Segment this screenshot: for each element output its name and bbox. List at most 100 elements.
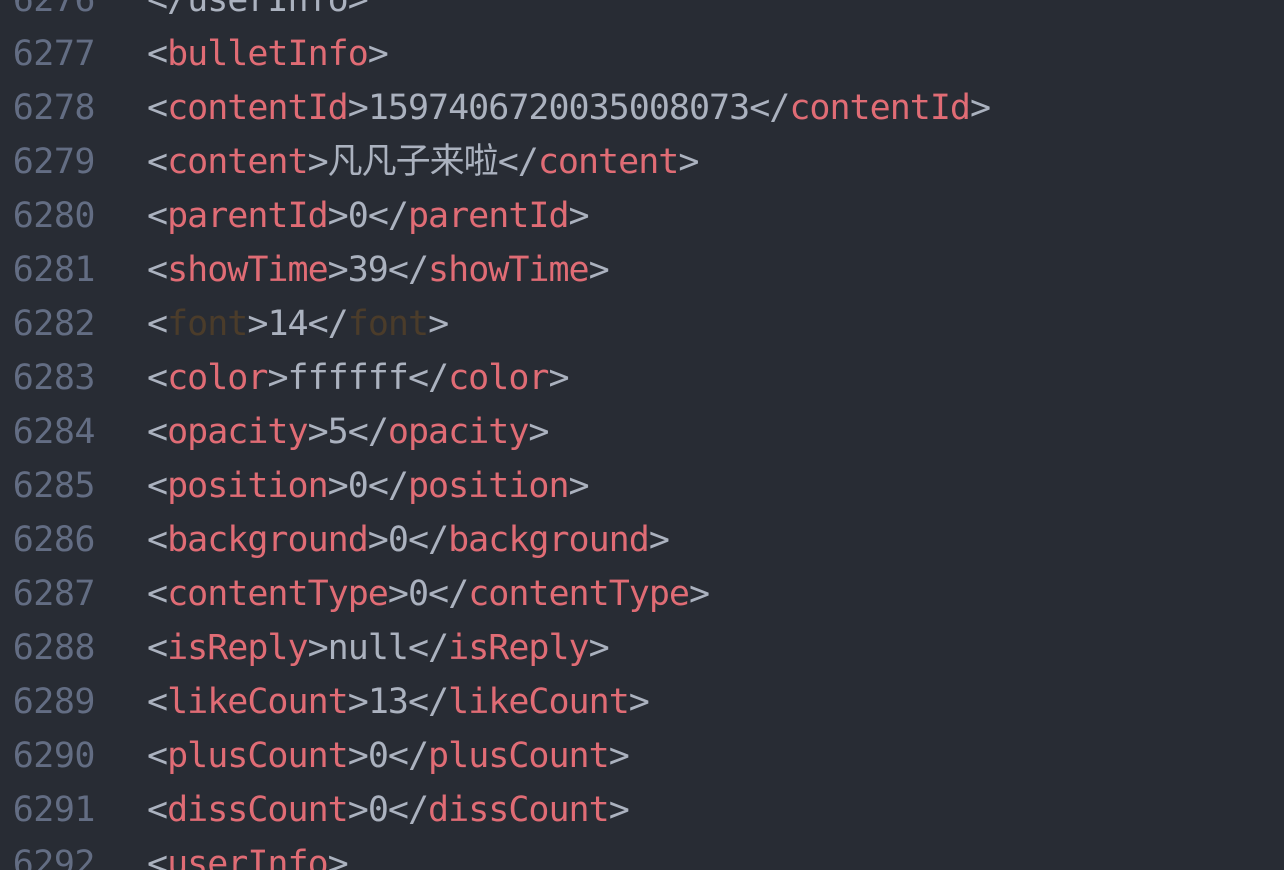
xml-tag-name: isReply <box>167 628 309 668</box>
line-number: 6276 <box>12 0 96 20</box>
close-bracket: > <box>678 142 699 182</box>
open-bracket: < <box>147 196 168 236</box>
close-bracket: > <box>608 790 630 830</box>
code-line[interactable]: 6283 <color>ffffff</color> <box>0 351 1284 405</box>
open-bracket: < <box>147 34 168 74</box>
partial-code: </userInfo> <box>147 0 369 20</box>
open-end-bracket: </ <box>347 412 389 452</box>
line-content: <contentType>0</contentType> <box>147 567 710 621</box>
line-content: <dissCount>0</dissCount> <box>147 783 630 837</box>
code-line[interactable]: 6290 <plusCount>0</plusCount> <box>0 729 1284 783</box>
line-number: 6283 <box>12 358 96 398</box>
line-content: <contentId>1597406720035008073</contentI… <box>147 81 991 135</box>
line-number: 6279 <box>12 142 96 182</box>
xml-close-tag-name: isReply <box>448 628 590 668</box>
open-bracket: < <box>147 466 168 506</box>
open-bracket: < <box>147 736 168 776</box>
open-end-bracket: </ <box>407 682 449 722</box>
xml-tag-name: color <box>167 358 268 398</box>
line-content: <showTime>39</showTime> <box>147 243 610 297</box>
open-bracket: < <box>147 520 168 560</box>
code-line[interactable]: 6289 <likeCount>13</likeCount> <box>0 675 1284 729</box>
code-line[interactable]: 6276 </userInfo> <box>0 0 1284 27</box>
line-number: 6282 <box>12 304 96 344</box>
xml-close-tag-name: contentType <box>468 574 690 614</box>
xml-text-value: 5 <box>327 412 349 452</box>
close-bracket: > <box>307 142 329 182</box>
xml-close-tag-name: parentId <box>407 196 570 236</box>
open-bracket: < <box>147 304 168 344</box>
xml-text-value: 14 <box>267 304 308 344</box>
xml-tag-name: font <box>167 304 248 344</box>
line-number: 6289 <box>12 682 96 722</box>
code-line[interactable]: 6282 <font>14</font> <box>0 297 1284 351</box>
line-number: 6277 <box>12 34 96 74</box>
code-line[interactable]: 6291 <dissCount>0</dissCount> <box>0 783 1284 837</box>
code-line[interactable]: 6292 <userInfo> <box>0 837 1284 870</box>
xml-close-tag-name: font <box>347 304 429 344</box>
open-end-bracket: </ <box>407 520 449 560</box>
close-bracket: > <box>428 304 449 344</box>
code-line[interactable]: 6285 <position>0</position> <box>0 459 1284 513</box>
code-line[interactable]: 6277 <bulletInfo> <box>0 27 1284 81</box>
open-end-bracket: </ <box>407 628 449 668</box>
xml-text-value: 0 <box>367 736 389 776</box>
close-bracket: > <box>327 196 349 236</box>
close-bracket: > <box>327 250 349 290</box>
code-line[interactable]: 6279 <content>凡凡子来啦</content> <box>0 135 1284 189</box>
close-bracket: > <box>327 466 349 506</box>
line-content: <parentId>0</parentId> <box>147 189 590 243</box>
open-bracket: < <box>147 412 168 452</box>
xml-tag-name: likeCount <box>167 682 349 722</box>
line-content: <plusCount>0</plusCount> <box>147 729 630 783</box>
xml-tag-name: opacity <box>167 412 309 452</box>
close-bracket: > <box>247 304 268 344</box>
code-line[interactable]: 6287 <contentType>0</contentType> <box>0 567 1284 621</box>
close-bracket: > <box>307 412 329 452</box>
open-end-bracket: </ <box>367 466 409 506</box>
open-end-bracket: </ <box>307 304 349 344</box>
xml-tag-name: background <box>167 520 369 560</box>
close-bracket: > <box>568 196 590 236</box>
code-line[interactable]: 6284 <opacity>5</opacity> <box>0 405 1284 459</box>
close-bracket: > <box>648 520 670 560</box>
code-line[interactable]: 6280 <parentId>0</parentId> <box>0 189 1284 243</box>
xml-text-value: 凡凡子来啦 <box>327 142 499 182</box>
close-bracket: > <box>347 682 369 722</box>
line-number: 6285 <box>12 466 96 506</box>
line-content: <opacity>5</opacity> <box>147 405 550 459</box>
code-editor[interactable]: 6276 </userInfo> 6277 <bulletInfo> 6278 <cont… <box>0 0 1284 870</box>
xml-text-value: 0 <box>367 790 389 830</box>
xml-close-tag-name: content <box>537 142 680 182</box>
xml-close-tag-name: showTime <box>428 250 590 290</box>
open-bracket: < <box>147 142 168 182</box>
xml-close-tag-name: opacity <box>387 412 530 452</box>
open-end-bracket: </ <box>387 250 429 290</box>
close-bracket: > <box>548 358 569 398</box>
xml-tag-name: plusCount <box>167 736 349 776</box>
xml-tag-name: content <box>167 142 309 182</box>
line-content: <isReply>null</isReply> <box>147 621 610 675</box>
code-line[interactable]: 6288 <isReply>null</isReply> <box>0 621 1284 675</box>
xml-text-value: 1597406720035008073 <box>367 88 750 128</box>
xml-tag-name: userInfo <box>167 844 329 870</box>
line-content: <color>ffffff</color> <box>147 351 570 405</box>
xml-tag-name: contentId <box>167 88 349 128</box>
close-bracket: > <box>588 628 610 668</box>
close-bracket: > <box>327 844 349 870</box>
code-line[interactable]: 6278 <contentId>1597406720035008073</cont… <box>0 81 1284 135</box>
xml-tag-name: contentType <box>167 574 389 614</box>
code-line[interactable]: 6281 <showTime>39</showTime> <box>0 243 1284 297</box>
close-bracket: > <box>347 736 369 776</box>
line-content: <content>凡凡子来啦</content> <box>147 135 699 189</box>
open-bracket: < <box>147 790 168 830</box>
open-bracket: < <box>147 844 168 870</box>
xml-close-tag-name: background <box>448 520 650 560</box>
xml-tag-name: bulletInfo <box>167 34 369 74</box>
xml-text-value: 0 <box>347 196 369 236</box>
xml-text-value: 13 <box>367 682 409 722</box>
code-line[interactable]: 6286 <background>0</background> <box>0 513 1284 567</box>
line-number: 6284 <box>12 412 96 452</box>
xml-close-tag-name: plusCount <box>428 736 610 776</box>
open-bracket: < <box>147 88 168 128</box>
